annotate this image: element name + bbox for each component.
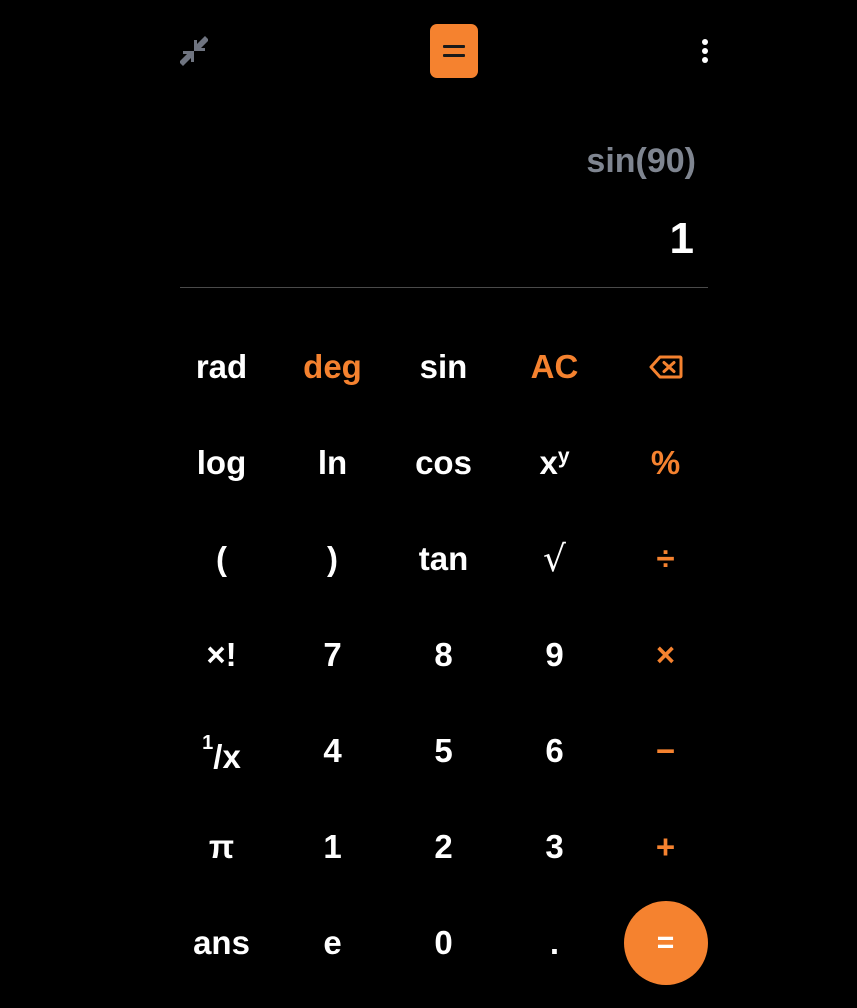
percent-key[interactable]: % <box>610 415 721 511</box>
digit-7-key[interactable]: 7 <box>277 607 388 703</box>
tan-key[interactable]: tan <box>388 511 499 607</box>
pi-key[interactable]: π <box>166 799 277 895</box>
log-key[interactable]: log <box>166 415 277 511</box>
backspace-icon <box>649 355 682 379</box>
digit-9-key[interactable]: 9 <box>499 607 610 703</box>
digit-4-key[interactable]: 4 <box>277 703 388 799</box>
more-vertical-icon <box>702 39 708 63</box>
more-menu-button[interactable] <box>690 34 720 68</box>
close-paren-key[interactable]: ) <box>277 511 388 607</box>
rad-key[interactable]: rad <box>166 319 277 415</box>
all-clear-key[interactable]: AC <box>499 319 610 415</box>
divide-key[interactable]: ÷ <box>610 511 721 607</box>
calculator-display: sin(90) 1 <box>180 130 708 288</box>
digit-2-key[interactable]: 2 <box>388 799 499 895</box>
euler-e-key[interactable]: e <box>277 895 388 991</box>
backspace-key[interactable] <box>610 319 721 415</box>
minimize-button[interactable] <box>176 34 212 68</box>
display-divider <box>180 287 708 288</box>
power-key[interactable]: xy <box>499 415 610 511</box>
minimize-arrows-icon <box>180 36 208 66</box>
sqrt-key-label: √ <box>543 538 566 580</box>
keypad: rad deg sin AC log ln cos xy % ( ) tan √… <box>166 319 721 991</box>
digit-0-key[interactable]: 0 <box>388 895 499 991</box>
cos-key[interactable]: cos <box>388 415 499 511</box>
equals-tab-button[interactable] <box>430 24 478 78</box>
ans-key[interactable]: ans <box>166 895 277 991</box>
sin-key[interactable]: sin <box>388 319 499 415</box>
digit-6-key[interactable]: 6 <box>499 703 610 799</box>
result-text: 1 <box>669 214 694 263</box>
power-key-base: x <box>539 444 558 481</box>
minus-key[interactable]: − <box>610 703 721 799</box>
decimal-point-key[interactable]: . <box>499 895 610 991</box>
factorial-key[interactable]: ×! <box>166 607 277 703</box>
deg-key[interactable]: deg <box>277 319 388 415</box>
equals-key-circle: = <box>623 901 708 985</box>
reciprocal-key-numerator: 1 <box>202 731 214 754</box>
equals-icon <box>443 45 465 57</box>
ln-key[interactable]: ln <box>277 415 388 511</box>
top-bar <box>0 0 857 100</box>
multiply-key[interactable]: × <box>610 607 721 703</box>
sqrt-key[interactable]: √ <box>499 511 610 607</box>
digit-1-key[interactable]: 1 <box>277 799 388 895</box>
expression-text[interactable]: sin(90) <box>586 142 696 181</box>
digit-5-key[interactable]: 5 <box>388 703 499 799</box>
digit-3-key[interactable]: 3 <box>499 799 610 895</box>
reciprocal-key-denominator: /x <box>213 738 241 775</box>
reciprocal-key[interactable]: 1/x <box>166 703 277 799</box>
equals-key[interactable]: = <box>610 895 721 991</box>
plus-key[interactable]: + <box>610 799 721 895</box>
open-paren-key[interactable]: ( <box>166 511 277 607</box>
power-key-exponent: y <box>557 445 570 468</box>
digit-8-key[interactable]: 8 <box>388 607 499 703</box>
